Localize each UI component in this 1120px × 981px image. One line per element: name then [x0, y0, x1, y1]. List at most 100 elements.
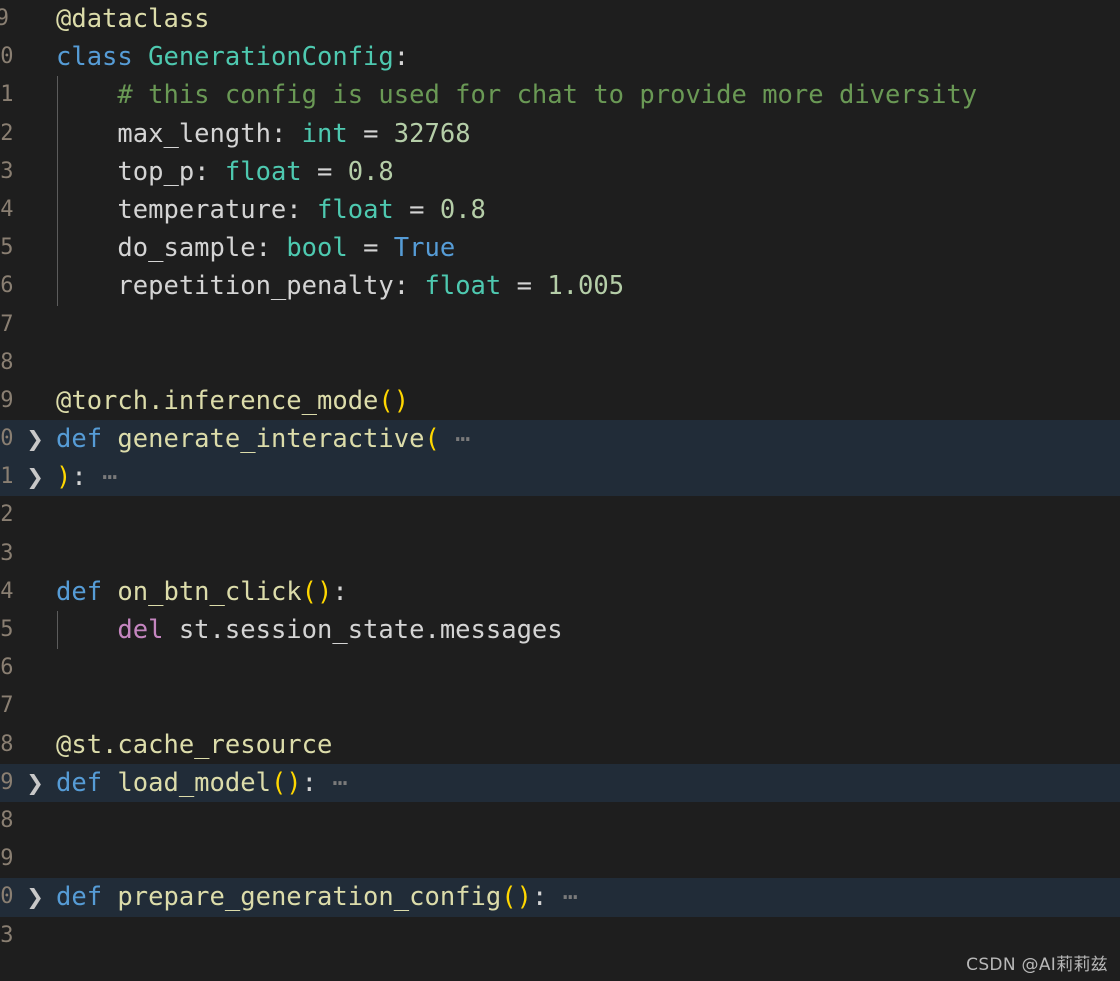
fold-chevron-icon[interactable]: ❯	[24, 764, 46, 802]
code-line[interactable]: 14 temperature: float = 0.8	[0, 190, 1120, 230]
code-token: 0.8	[347, 156, 394, 187]
code-text[interactable]: @torch.inference_mode()	[56, 382, 1120, 420]
code-token: (	[424, 424, 440, 455]
code-token: prepare_generation_config	[117, 882, 502, 913]
code-token: on_btn_click	[117, 576, 302, 607]
code-text[interactable]: do_sample: bool = True	[56, 229, 1120, 267]
code-token: generate_interactive	[117, 424, 425, 455]
code-token: GenerationConfig	[148, 42, 394, 73]
line-number: 14	[0, 196, 14, 222]
code-line[interactable]: 12 max_length: int = 32768	[0, 114, 1120, 153]
code-text[interactable]	[56, 917, 1120, 955]
code-token: top_p	[56, 156, 195, 187]
code-text[interactable]: class GenerationConfig:	[56, 38, 1120, 76]
code-text[interactable]: max_length: int = 32768	[56, 115, 1120, 153]
code-text[interactable]	[56, 535, 1120, 573]
code-token: ⋯	[86, 462, 118, 493]
code-text[interactable]: def load_model(): ⋯	[56, 764, 1120, 802]
code-token: =	[347, 233, 394, 264]
code-line[interactable]: 49	[0, 840, 1120, 878]
code-text[interactable]	[56, 496, 1120, 534]
code-text[interactable]	[56, 687, 1120, 725]
fold-chevron-icon[interactable]: ❯	[24, 458, 46, 496]
code-token: def	[56, 424, 118, 455]
line-number: 50	[0, 884, 14, 910]
line-number: 13	[0, 158, 14, 184]
line-number: 12	[0, 120, 14, 146]
code-line[interactable]: 19 @torch.inference_mode()	[0, 382, 1120, 420]
line-number: 38	[0, 731, 14, 757]
code-text[interactable]: del st.session_state.messages	[56, 611, 1120, 649]
code-token: :	[71, 462, 87, 493]
code-token: ⋯	[547, 882, 579, 913]
code-text[interactable]: ): ⋯	[56, 458, 1120, 496]
code-token: ⋯	[439, 424, 471, 455]
line-number: 19	[0, 387, 14, 413]
code-text[interactable]: top_p: float = 0.8	[56, 153, 1120, 191]
code-text[interactable]: # this config is used for chat to provid…	[56, 76, 1120, 114]
code-token: repetition_penalty	[56, 271, 394, 302]
code-text[interactable]: def generate_interactive( ⋯	[56, 420, 1120, 458]
line-number: 63	[0, 922, 14, 948]
code-text[interactable]: def on_btn_click():	[56, 573, 1120, 611]
code-line[interactable]: 36	[0, 649, 1120, 687]
line-number: 31	[0, 464, 14, 490]
code-token: def	[56, 576, 118, 607]
code-line[interactable]: 37	[0, 687, 1120, 725]
code-line[interactable]: 20 ❯ def generate_interactive( ⋯	[0, 420, 1120, 459]
code-token: ()	[301, 576, 333, 607]
line-number: 49	[0, 846, 14, 872]
fold-chevron-icon[interactable]: ❯	[24, 878, 46, 916]
code-line[interactable]: 39 ❯ def load_model(): ⋯	[0, 763, 1120, 802]
code-line[interactable]: 38 @st.cache_resource	[0, 726, 1120, 764]
code-token: =	[501, 271, 548, 302]
code-line[interactable]: 17	[0, 306, 1120, 344]
fold-chevron-icon[interactable]: ❯	[24, 420, 46, 458]
code-text[interactable]: def prepare_generation_config(): ⋯	[56, 878, 1120, 916]
code-line[interactable]: 35 del st.session_state.messages	[0, 611, 1120, 650]
code-text[interactable]	[56, 344, 1120, 382]
code-token: # this config is used for chat to provid…	[56, 80, 978, 111]
code-line[interactable]: 34 def on_btn_click():	[0, 573, 1120, 611]
code-text[interactable]	[56, 649, 1120, 687]
code-line[interactable]: 10 class GenerationConfig:	[0, 38, 1120, 76]
code-token: :	[332, 576, 348, 607]
code-editor[interactable]: 9@dataclass10class GenerationConfig:11 #…	[0, 0, 1120, 981]
code-line[interactable]: 9 @dataclass	[0, 0, 1120, 38]
code-line[interactable]: 63	[0, 917, 1120, 955]
code-line[interactable]: 33	[0, 535, 1120, 573]
line-number: 20	[0, 426, 14, 452]
code-token: :	[286, 194, 318, 225]
code-token: ()	[270, 767, 302, 798]
code-token: float	[224, 156, 302, 187]
code-token: )	[56, 462, 72, 493]
code-token: :	[301, 767, 318, 798]
code-line[interactable]: 31❯): ⋯	[0, 458, 1120, 497]
code-line[interactable]: 50 ❯ def prepare_generation_config(): ⋯	[0, 878, 1120, 917]
code-text[interactable]	[56, 306, 1120, 344]
code-token: :	[393, 42, 410, 73]
code-text[interactable]: @st.cache_resource	[56, 726, 1120, 764]
code-lines-container[interactable]: 9@dataclass10class GenerationConfig:11 #…	[0, 0, 1120, 955]
line-number: 33	[0, 540, 14, 566]
code-text[interactable]	[56, 802, 1120, 840]
code-text[interactable]	[56, 840, 1120, 878]
code-line[interactable]: 13 top_p: float = 0.8	[0, 152, 1120, 191]
code-line[interactable]: 15 do_sample: bool = True	[0, 229, 1120, 268]
code-token: max_length	[56, 118, 271, 149]
code-line[interactable]: 11 # this config is used for chat to pro…	[0, 76, 1120, 115]
line-number: 17	[0, 311, 14, 337]
code-token: ()	[378, 385, 410, 416]
code-line[interactable]: 18	[0, 344, 1120, 382]
code-line[interactable]: 32	[0, 496, 1120, 534]
code-token: :	[255, 233, 287, 264]
code-token: 1.005	[547, 271, 625, 302]
code-token: load_model	[117, 767, 271, 798]
code-line[interactable]: 16 repetition_penalty: float = 1.005	[0, 267, 1120, 306]
code-line[interactable]: 48	[0, 802, 1120, 840]
code-text[interactable]: repetition_penalty: float = 1.005	[56, 267, 1120, 305]
line-number: 34	[0, 578, 14, 604]
code-text[interactable]: @dataclass	[56, 0, 1120, 38]
code-token: def	[56, 882, 118, 913]
code-text[interactable]: temperature: float = 0.8	[56, 191, 1120, 229]
